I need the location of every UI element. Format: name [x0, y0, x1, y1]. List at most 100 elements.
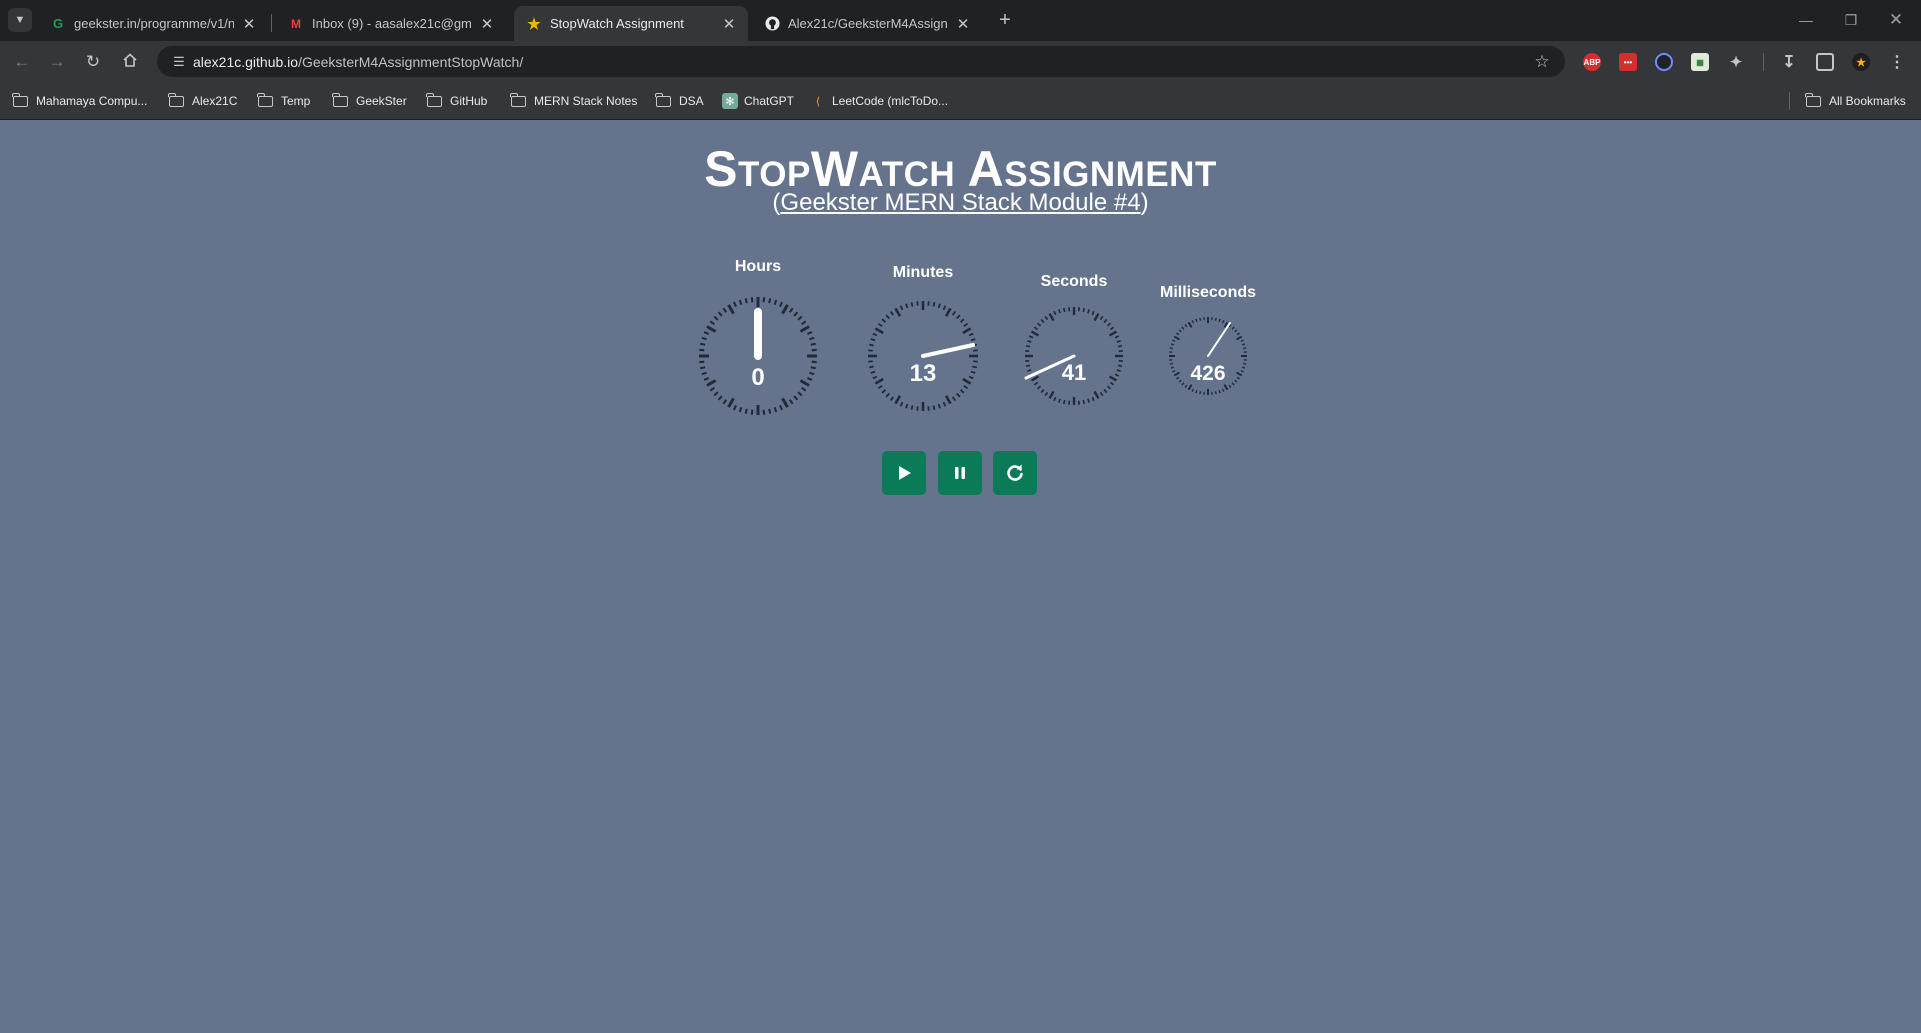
dial-tick [899, 305, 904, 311]
bookmark-label: MERN Stack Notes [534, 94, 638, 108]
all-bookmarks-button[interactable]: All Bookmarks [1805, 91, 1906, 111]
reload-icon: ↻ [85, 52, 101, 71]
dial-tick [1172, 339, 1176, 342]
home-icon [122, 52, 138, 73]
bookmark-item[interactable]: Alex21C [168, 91, 237, 111]
close-tab-icon[interactable]: ✕ [954, 15, 972, 33]
download-icon[interactable]: ↧ [1780, 53, 1798, 71]
menu-kebab-icon[interactable]: ⋮ [1888, 53, 1906, 71]
tab-title: Inbox (9) - aasalex21c@gmail.com [312, 16, 472, 31]
dial-tick [1106, 322, 1111, 327]
new-tab-button[interactable]: + [993, 8, 1017, 32]
start-button[interactable] [882, 451, 926, 495]
bookmark-item[interactable]: DSA [655, 91, 704, 111]
site-info-icon[interactable]: ☰ [169, 52, 189, 72]
dial-tick [811, 360, 817, 364]
dial-tick [1114, 335, 1120, 339]
dial-tick [1099, 315, 1104, 321]
bookmark-item[interactable]: GitHub [426, 91, 487, 111]
dial-tick [733, 301, 737, 308]
bookmark-label: Mahamaya Compu... [36, 94, 148, 108]
bookmark-star-icon[interactable]: ☆ [1531, 51, 1553, 73]
bookmark-item[interactable]: GeekSter [332, 91, 407, 111]
chevron-down-icon: ▼ [14, 14, 26, 26]
extension-sheet-icon[interactable]: ▦ [1691, 53, 1709, 71]
close-window-button[interactable]: ✕ [1876, 6, 1916, 34]
dial-tick [727, 397, 735, 408]
milliseconds-dial: Milliseconds 426 [1159, 284, 1257, 405]
dial-tick [1176, 332, 1180, 336]
side-panel-icon[interactable] [1816, 53, 1834, 71]
dial-tick [1037, 322, 1042, 327]
dial-tick [722, 399, 728, 405]
dial-tick [779, 404, 783, 411]
adblock-plus-icon[interactable]: ABP [1583, 53, 1601, 71]
dial-tick [1222, 388, 1225, 392]
bookmarks-divider [1789, 92, 1790, 110]
dial-tick [910, 302, 914, 307]
dial-tick [1222, 320, 1225, 324]
module-link[interactable]: Geekster MERN Stack Module #4 [780, 189, 1140, 216]
minutes-dial-face [868, 301, 978, 411]
close-tab-icon[interactable]: ✕ [720, 15, 738, 33]
bookmark-label: ChatGPT [744, 94, 795, 108]
dial-tick [1040, 319, 1045, 324]
bookmark-item[interactable]: Mahamaya Compu... [12, 91, 148, 111]
dial-tick [870, 338, 876, 342]
bookmark-item[interactable]: ⟨ LeetCode (mlcToDo... [810, 91, 948, 111]
dial-tick [781, 304, 789, 315]
star-icon: ★ [527, 15, 541, 33]
tab-gmail[interactable]: M Inbox (9) - aasalex21c@gmail.com ✕ [276, 6, 506, 41]
hours-dial: Hours 0 [684, 258, 832, 430]
dial-tick [894, 307, 902, 317]
tab-github[interactable]: Alex21c/GeeksterM4Assignment ✕ [752, 6, 982, 41]
dial-tick [942, 401, 947, 407]
bookmark-item[interactable]: MERN Stack Notes [510, 91, 638, 111]
dial-tick [905, 403, 909, 409]
dial-tick [738, 299, 743, 305]
tab-title: geekster.in/programme/v1/new [74, 16, 234, 31]
forward-button[interactable]: → [43, 48, 71, 76]
dial-tick [889, 310, 895, 316]
plus-icon: + [999, 8, 1011, 31]
dial-tick [1027, 340, 1032, 343]
bookmark-item[interactable]: Temp [257, 91, 310, 111]
folder-icon [168, 92, 184, 107]
dark-reader-icon[interactable] [1655, 53, 1673, 71]
dial-tick [793, 395, 799, 401]
seconds-dial: Seconds 41 [1013, 273, 1135, 417]
minimize-button[interactable]: — [1786, 6, 1826, 34]
folder-icon [257, 92, 273, 107]
dial-tick [1169, 347, 1173, 350]
extension-red-icon[interactable]: ••• [1619, 53, 1637, 71]
reset-button[interactable] [993, 451, 1037, 495]
close-tab-icon[interactable]: ✕ [240, 15, 258, 33]
tab-stopwatch[interactable]: ★ StopWatch Assignment ✕ [514, 6, 748, 41]
extensions-puzzle-icon[interactable]: ✦ [1727, 53, 1745, 71]
restore-button[interactable]: ❐ [1831, 6, 1871, 34]
dial-tick [1082, 307, 1086, 313]
pause-button[interactable] [938, 451, 982, 495]
leetcode-icon: ⟨ [815, 95, 821, 108]
milliseconds-label: Milliseconds [1159, 284, 1257, 301]
bookmark-label: GeekSter [356, 94, 407, 108]
tab-search-button[interactable]: ▼ [8, 8, 32, 32]
dial-tick [809, 336, 815, 341]
back-button[interactable]: ← [8, 48, 36, 76]
dial-tick [703, 331, 710, 335]
dial-tick [951, 396, 957, 402]
dial-tick [1116, 340, 1121, 343]
dial-tick [1030, 330, 1040, 337]
dial-tick [889, 396, 895, 402]
reload-button[interactable]: ↻ [79, 48, 107, 76]
tab-geekster[interactable]: G geekster.in/programme/v1/new ✕ [38, 6, 268, 41]
dial-tick [956, 314, 961, 320]
close-tab-icon[interactable]: ✕ [478, 15, 496, 33]
dial-tick [1181, 326, 1185, 330]
dial-tick [713, 391, 719, 397]
profile-avatar-icon[interactable]: ★ [1852, 53, 1870, 71]
home-button[interactable] [116, 48, 144, 76]
bookmark-item[interactable]: ✻ ChatGPT [722, 91, 794, 111]
address-bar[interactable]: ☰ alex21c.github.io/GeeksterM4Assignment… [157, 46, 1565, 77]
minutes-hand [921, 343, 975, 358]
